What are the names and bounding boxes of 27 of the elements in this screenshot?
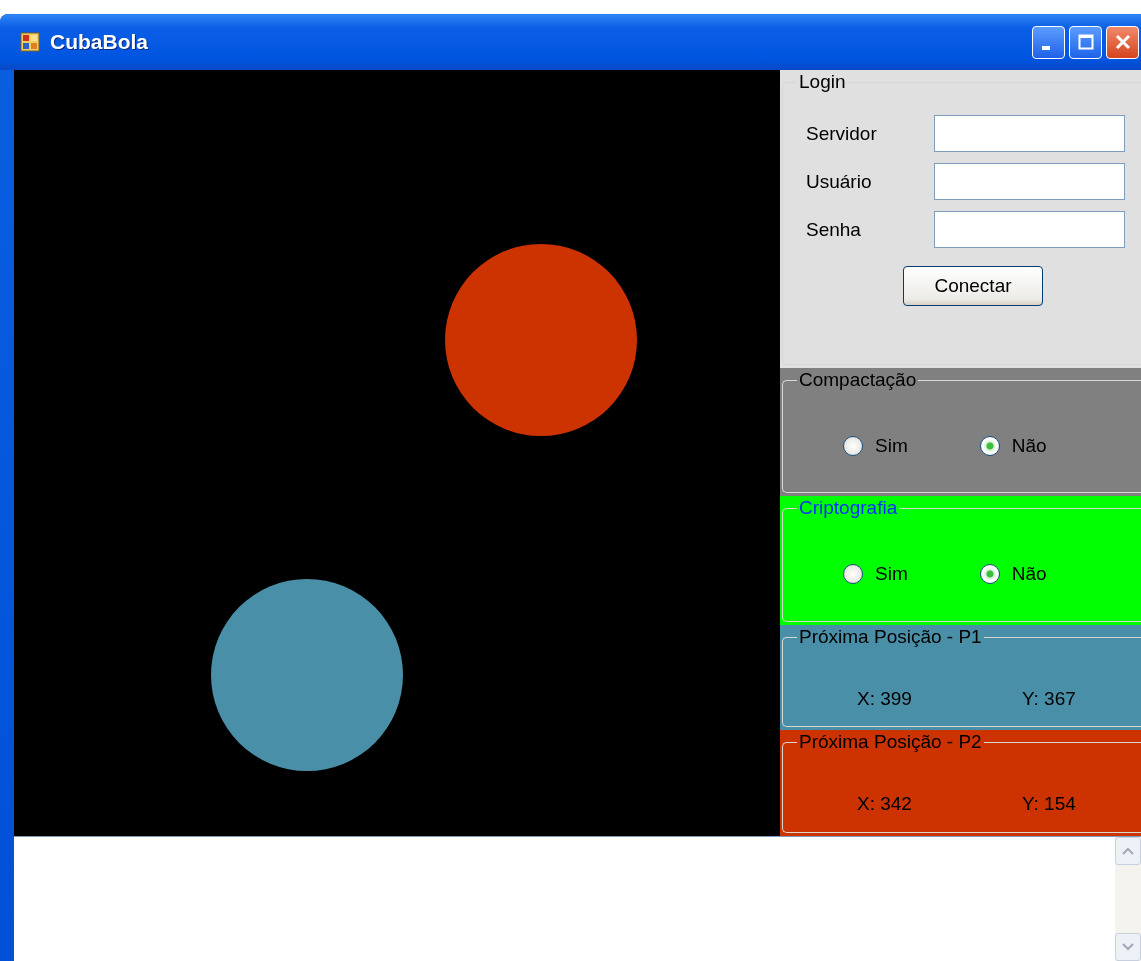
minimize-button[interactable] <box>1032 25 1065 59</box>
y-coordinate: Y: 367 <box>1021 688 1076 711</box>
field-label: Servidor <box>806 122 878 145</box>
radio-option[interactable]: Sim <box>843 563 908 586</box>
maximize-button[interactable] <box>1069 25 1102 59</box>
app-icon <box>20 32 40 52</box>
radio-option[interactable]: Não <box>979 434 1047 457</box>
input-field[interactable] <box>934 163 1125 200</box>
connect-button[interactable]: Conectar <box>903 266 1043 306</box>
radio-button[interactable] <box>843 564 863 585</box>
input-field[interactable] <box>934 115 1125 152</box>
radio-option[interactable]: Não <box>979 563 1047 586</box>
x-coordinate: X: 399 <box>857 688 912 711</box>
field-label: Senha <box>806 218 862 241</box>
radio-button[interactable] <box>979 564 1000 585</box>
x-coordinate: X: 342 <box>857 793 912 816</box>
input-field[interactable] <box>934 211 1125 248</box>
close-icon <box>1113 33 1132 51</box>
radio-option[interactable]: Sim <box>843 434 908 457</box>
minimize-icon <box>1041 46 1050 50</box>
maximize-icon <box>1077 34 1094 50</box>
radio-button[interactable] <box>979 435 1000 456</box>
window-title: CubaBola <box>50 30 148 54</box>
y-coordinate: Y: 154 <box>1021 793 1076 816</box>
field-label: Usuário <box>806 170 873 193</box>
close-button[interactable] <box>1106 25 1139 59</box>
radio-button[interactable] <box>843 435 863 456</box>
